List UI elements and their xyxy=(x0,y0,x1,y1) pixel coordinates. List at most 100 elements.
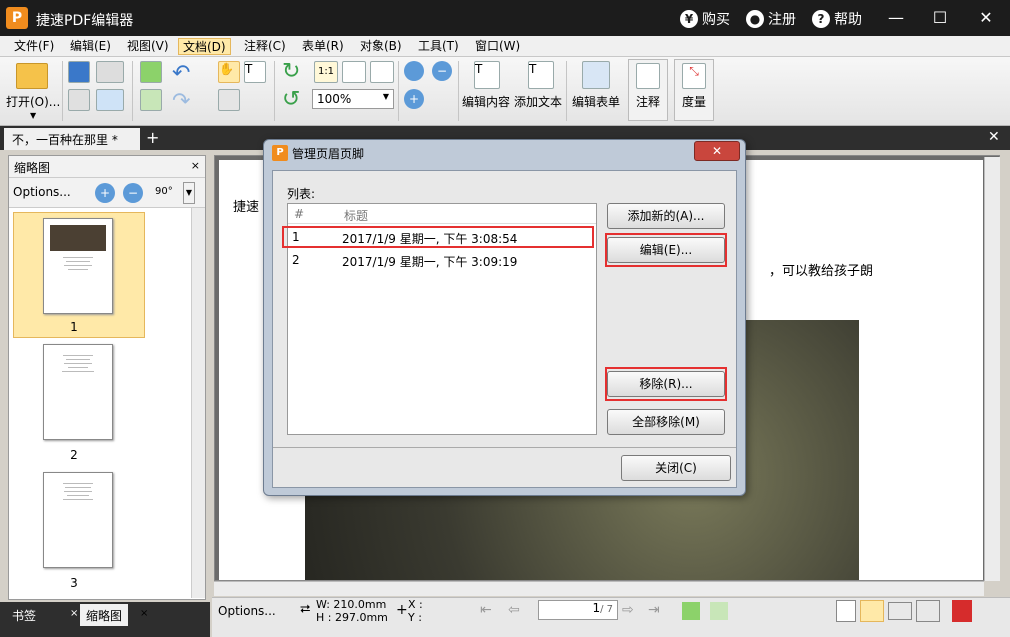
panel-close-icon[interactable]: × xyxy=(191,159,200,172)
page-thumbnail-1[interactable] xyxy=(43,218,113,314)
prev-view-icon[interactable] xyxy=(682,602,700,620)
single-page-icon[interactable] xyxy=(836,600,856,622)
fit-page-icon[interactable] xyxy=(342,61,366,83)
measure-icon: ⤡ xyxy=(682,63,706,89)
document-tab[interactable]: 不，一百种在那里 * xyxy=(4,128,140,150)
export-icon[interactable] xyxy=(140,89,162,111)
buy-link[interactable]: ¥ 购买 xyxy=(680,9,730,29)
help-icon: ? xyxy=(812,10,830,28)
remove-all-button[interactable]: 全部移除(M) xyxy=(607,409,725,435)
thumbnail-scrollbar[interactable] xyxy=(191,208,205,598)
menu-document[interactable]: 文档(D) xyxy=(178,38,231,55)
next-view-icon[interactable] xyxy=(710,602,728,620)
remove-button[interactable]: 移除(R)... xyxy=(607,371,725,397)
help-link[interactable]: ? 帮助 xyxy=(812,9,862,29)
zoom-in-icon[interactable]: + xyxy=(404,89,424,109)
user-icon: ● xyxy=(746,10,764,28)
rotate-cw-icon[interactable]: ↻ xyxy=(282,59,300,84)
open-button-label[interactable]: 打开(O)... xyxy=(6,93,60,110)
dialog-close-icon[interactable]: ✕ xyxy=(694,141,740,161)
manage-header-footer-dialog: P 管理页眉页脚 ✕ 列表: # 标题 1 2017/1/9 星期一, 下午 3… xyxy=(263,139,746,496)
tab-thumbnails-close-icon[interactable]: × xyxy=(140,608,148,619)
rotate-ccw-icon[interactable]: ↺ xyxy=(282,87,300,112)
edit-content-icon[interactable]: T xyxy=(474,61,500,89)
column-number: # xyxy=(294,207,305,221)
dialog-title-bar[interactable]: P 管理页眉页脚 ✕ xyxy=(264,140,745,166)
status-options[interactable]: Options... xyxy=(218,604,276,618)
print-icon[interactable] xyxy=(96,61,124,83)
page-thumbnail-3[interactable] xyxy=(43,472,113,568)
dialog-title: 管理页眉页脚 xyxy=(292,147,365,161)
horizontal-scrollbar[interactable] xyxy=(214,581,984,596)
dialog-body: 列表: # 标题 1 2017/1/9 星期一, 下午 3:08:54 2 20… xyxy=(272,170,737,488)
zoom-in-select-icon[interactable] xyxy=(404,61,424,81)
close-button[interactable]: 关闭(C) xyxy=(621,455,731,481)
last-page-icon[interactable]: ⇥ xyxy=(648,602,660,618)
menu-form[interactable]: 表单(R) xyxy=(298,38,348,55)
page-number-input[interactable]: 1/ 7 xyxy=(538,600,618,620)
add-new-button[interactable]: 添加新的(A)... xyxy=(607,203,725,229)
menu-window[interactable]: 窗口(W) xyxy=(471,38,524,55)
total-pages: / 7 xyxy=(600,604,613,615)
undo-icon[interactable]: ↶ xyxy=(172,61,190,86)
close-window-button[interactable]: ✕ xyxy=(974,8,998,28)
redo-icon[interactable]: ↷ xyxy=(172,89,190,114)
page-number-1: 1 xyxy=(70,320,78,334)
thumb-zoom-out-icon[interactable]: − xyxy=(123,183,143,203)
open-folder-icon[interactable] xyxy=(16,63,48,89)
menu-comment[interactable]: 注释(C) xyxy=(240,38,290,55)
menu-file[interactable]: 文件(F) xyxy=(10,38,58,55)
edit-form-label[interactable]: 编辑表单 xyxy=(572,93,620,110)
page-text-right: ，可以教给孩子朗 xyxy=(769,264,874,279)
printer-icon[interactable] xyxy=(68,89,90,111)
fit-width-icon[interactable] xyxy=(370,61,394,83)
header-footer-list[interactable]: # 标题 1 2017/1/9 星期一, 下午 3:08:54 2 2017/1… xyxy=(282,203,597,435)
select-text-icon[interactable]: T xyxy=(244,61,266,83)
maximize-button[interactable]: ☐ xyxy=(928,8,952,28)
menu-edit[interactable]: 编辑(E) xyxy=(66,38,115,55)
rotate-thumb-icon[interactable]: 90° xyxy=(155,186,173,197)
thumb-dropdown-icon[interactable]: ▼ xyxy=(183,182,195,204)
email-icon[interactable] xyxy=(96,89,124,111)
edit-form-icon[interactable] xyxy=(582,61,610,89)
actual-size-icon[interactable]: 1:1 xyxy=(314,61,338,83)
open-dropdown-icon[interactable]: ▼ xyxy=(30,111,36,120)
tab-thumbnails[interactable]: 缩略图 xyxy=(80,604,129,626)
continuous-page-icon[interactable] xyxy=(860,600,884,622)
first-page-icon[interactable]: ⇤ xyxy=(480,602,492,618)
buy-label: 购买 xyxy=(702,12,730,28)
hand-tool-icon[interactable]: ✋ xyxy=(218,61,240,83)
grid-view-icon[interactable] xyxy=(916,600,940,622)
menu-object[interactable]: 对象(B) xyxy=(356,38,406,55)
page-size-icon: ⮂ xyxy=(300,602,311,617)
list-row-1[interactable]: 1 2017/1/9 星期一, 下午 3:08:54 xyxy=(282,226,594,248)
tab-bookmarks[interactable]: 书签 xyxy=(6,604,42,626)
add-text-label[interactable]: 添加文本 xyxy=(514,93,562,110)
panel-tabs: 书签 × 缩略图 × xyxy=(0,602,210,637)
facing-page-icon[interactable] xyxy=(888,602,912,620)
page-thumbnail-2[interactable] xyxy=(43,344,113,440)
list-row-2[interactable]: 2 2017/1/9 星期一, 下午 3:09:19 xyxy=(288,250,596,272)
menu-tools[interactable]: 工具(T) xyxy=(414,38,463,55)
edit-button[interactable]: 编辑(E)... xyxy=(607,237,725,263)
thumbnail-options[interactable]: Options... xyxy=(13,185,71,199)
minimize-button[interactable]: — xyxy=(884,8,908,28)
register-link[interactable]: ● 注册 xyxy=(746,9,796,29)
toolbar-separator xyxy=(566,61,567,121)
next-page-icon[interactable]: ⇨ xyxy=(622,602,634,618)
zoom-out-icon[interactable]: − xyxy=(432,61,452,81)
vertical-scrollbar[interactable] xyxy=(984,157,1000,581)
prev-page-icon[interactable]: ⇦ xyxy=(508,602,520,618)
new-tab-icon[interactable]: + xyxy=(146,128,159,147)
zoom-select[interactable]: 100% ▼ xyxy=(312,89,394,109)
tab-bookmarks-close-icon[interactable]: × xyxy=(70,608,78,619)
thumb-zoom-in-icon[interactable]: + xyxy=(95,183,115,203)
import-icon[interactable] xyxy=(140,61,162,83)
edit-content-label[interactable]: 编辑内容 xyxy=(462,93,510,110)
snapshot-icon[interactable] xyxy=(218,89,240,111)
save-icon[interactable] xyxy=(68,61,90,83)
pdf-icon[interactable] xyxy=(952,600,972,622)
close-tab-icon[interactable]: ✕ xyxy=(988,129,1000,145)
add-text-icon[interactable]: T xyxy=(528,61,554,89)
menu-view[interactable]: 视图(V) xyxy=(123,38,173,55)
